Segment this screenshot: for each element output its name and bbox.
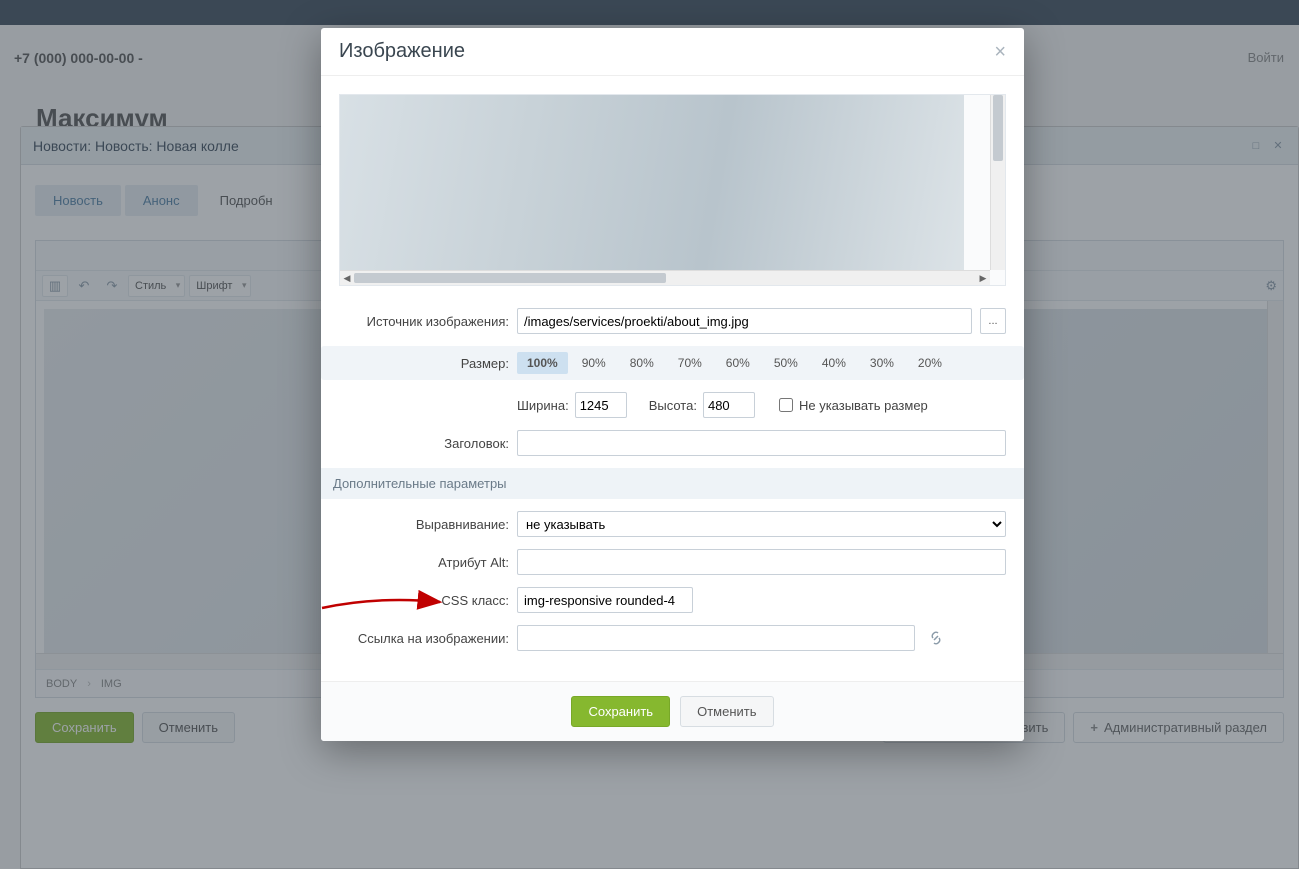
modal-footer: Сохранить Отменить [321, 681, 1024, 741]
width-label: Ширина: [517, 398, 569, 413]
size-opt-70[interactable]: 70% [668, 352, 712, 374]
modal-header: Изображение × [321, 28, 1024, 76]
image-modal: Изображение × ◀ ▶ Источник изображения: … [321, 28, 1024, 741]
css-label: CSS класс: [339, 593, 509, 608]
preview-image [340, 95, 964, 272]
title-input[interactable] [517, 430, 1006, 456]
scroll-left-icon[interactable]: ◀ [340, 271, 354, 285]
size-opt-30[interactable]: 30% [860, 352, 904, 374]
file-browse-button[interactable]: ... [980, 308, 1006, 334]
row-source: Источник изображения: ... [339, 308, 1006, 334]
title-label: Заголовок: [339, 436, 509, 451]
row-dimensions: Ширина: Высота: Не указывать размер [339, 392, 1006, 418]
preview-area: ◀ ▶ [321, 76, 1024, 286]
size-opt-40[interactable]: 40% [812, 352, 856, 374]
size-opt-100[interactable]: 100% [517, 352, 568, 374]
row-css: CSS класс: [339, 587, 1006, 613]
size-label: Размер: [339, 356, 509, 371]
row-title: Заголовок: [339, 430, 1006, 456]
close-icon[interactable]: × [994, 42, 1006, 62]
align-select[interactable]: не указывать [517, 511, 1006, 537]
modal-form: Источник изображения: ... Размер: 100% 9… [321, 286, 1024, 681]
size-opt-50[interactable]: 50% [764, 352, 808, 374]
width-input[interactable] [575, 392, 627, 418]
modal-cancel-button[interactable]: Отменить [680, 696, 773, 727]
height-input[interactable] [703, 392, 755, 418]
link-label: Ссылка на изображении: [339, 631, 509, 646]
height-label: Высота: [649, 398, 697, 413]
css-input[interactable] [517, 587, 693, 613]
alt-label: Атрибут Alt: [339, 555, 509, 570]
modal-title: Изображение [339, 40, 465, 63]
size-opt-80[interactable]: 80% [620, 352, 664, 374]
align-label: Выравнивание: [339, 517, 509, 532]
scroll-right-icon[interactable]: ▶ [976, 271, 990, 285]
link-icon[interactable] [923, 625, 949, 651]
modal-save-button[interactable]: Сохранить [571, 696, 670, 727]
size-opt-90[interactable]: 90% [572, 352, 616, 374]
nosize-label: Не указывать размер [799, 398, 928, 413]
size-options: 100% 90% 80% 70% 60% 50% 40% 30% 20% [517, 352, 952, 374]
section-additional: Дополнительные параметры [321, 468, 1024, 499]
source-label: Источник изображения: [339, 314, 509, 329]
source-input[interactable] [517, 308, 972, 334]
preview-scroll-h[interactable]: ◀ ▶ [340, 270, 990, 285]
preview-scroll-v[interactable] [990, 95, 1005, 270]
preview-frame: ◀ ▶ [339, 94, 1006, 286]
row-size: Размер: 100% 90% 80% 70% 60% 50% 40% 30%… [321, 346, 1024, 380]
nosize-checkbox[interactable] [779, 398, 793, 412]
row-align: Выравнивание: не указывать [339, 511, 1006, 537]
size-opt-20[interactable]: 20% [908, 352, 952, 374]
row-link: Ссылка на изображении: [339, 625, 1006, 651]
row-alt: Атрибут Alt: [339, 549, 1006, 575]
link-input[interactable] [517, 625, 915, 651]
size-opt-60[interactable]: 60% [716, 352, 760, 374]
alt-input[interactable] [517, 549, 1006, 575]
